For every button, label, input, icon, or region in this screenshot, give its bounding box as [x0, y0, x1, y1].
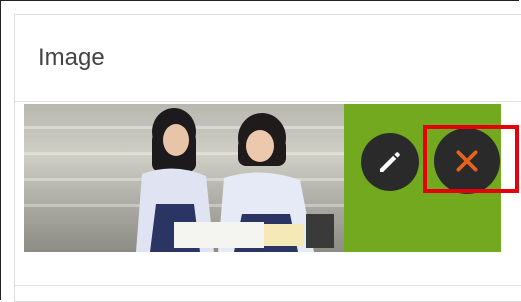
panel-divider	[15, 285, 521, 286]
photo-students	[24, 104, 344, 252]
students-illustration	[136, 108, 334, 252]
highlight-annotation	[423, 125, 519, 193]
panel-header: Image	[15, 15, 521, 102]
edit-image-button[interactable]	[361, 133, 419, 191]
panel-title: Image	[38, 44, 105, 71]
pencil-icon	[380, 152, 400, 172]
